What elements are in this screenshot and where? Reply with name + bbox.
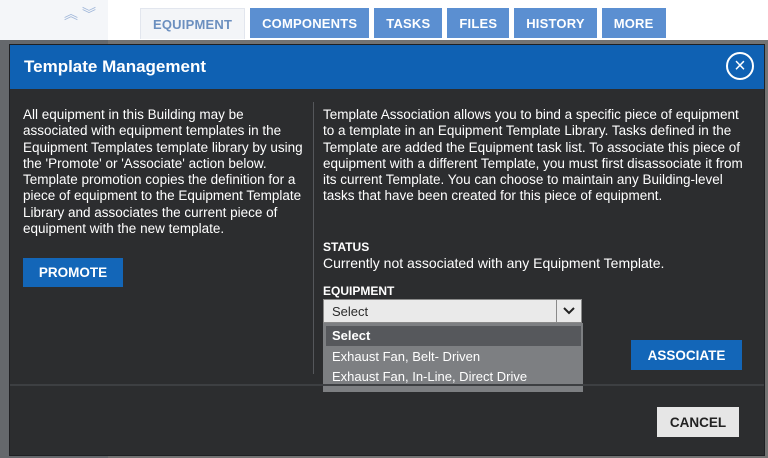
- tab-more[interactable]: MORE: [601, 8, 666, 38]
- equipment-label: EQUIPMENT: [323, 284, 395, 298]
- associate-button[interactable]: ASSOCIATE: [631, 340, 742, 370]
- column-divider: [313, 102, 314, 374]
- chevron-down-icon[interactable]: [556, 300, 581, 322]
- association-description: Template Association allows you to bind …: [323, 107, 743, 204]
- status-label: STATUS: [323, 240, 370, 254]
- dialog-title: Template Management: [24, 57, 207, 76]
- dropdown-option[interactable]: Select: [326, 326, 581, 346]
- tab-components[interactable]: COMPONENTS: [250, 8, 370, 38]
- collapse-controls: ︽ ︾: [64, 7, 96, 21]
- tab-tasks[interactable]: TASKS: [374, 8, 443, 38]
- footer-divider: [10, 384, 764, 386]
- tab-history[interactable]: HISTORY: [514, 8, 597, 38]
- select-value: Select: [332, 304, 369, 319]
- status-value: Currently not associated with any Equipm…: [323, 255, 665, 271]
- chevron-down-icon[interactable]: ︾: [82, 7, 96, 21]
- close-icon[interactable]: ×: [726, 52, 754, 80]
- equipment-select[interactable]: Select: [323, 299, 582, 323]
- template-management-dialog: Template Management × All equipment in t…: [9, 44, 765, 456]
- dialog-header: Template Management ×: [10, 45, 764, 89]
- promote-description: All equipment in this Building may be as…: [23, 107, 303, 237]
- cancel-button[interactable]: CANCEL: [657, 407, 739, 437]
- chevron-up-icon[interactable]: ︽: [64, 7, 78, 21]
- tab-bar: EQUIPMENT COMPONENTS TASKS FILES HISTORY…: [140, 8, 666, 39]
- tab-equipment[interactable]: EQUIPMENT: [140, 8, 246, 39]
- equipment-dropdown-list: Select Exhaust Fan, Belt- Driven Exhaust…: [323, 323, 583, 392]
- tab-files[interactable]: FILES: [447, 8, 510, 38]
- promote-button[interactable]: PROMOTE: [23, 258, 123, 287]
- dropdown-option[interactable]: Exhaust Fan, Belt- Driven: [323, 347, 583, 367]
